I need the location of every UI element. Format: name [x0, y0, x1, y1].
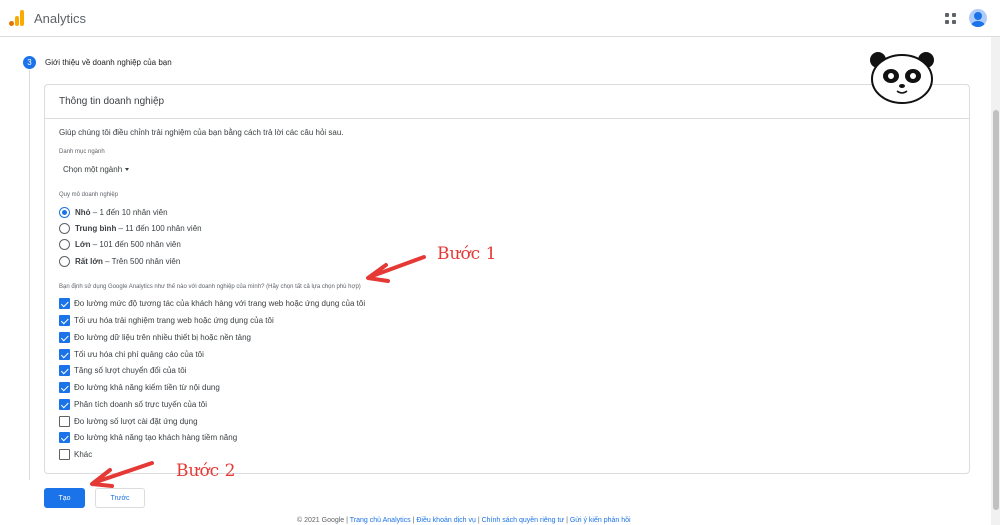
usage-option-label: Tăng số lượt chuyển đổi của tôi	[74, 366, 187, 375]
app-title: Analytics	[34, 11, 87, 26]
usage-option-label: Đo lường khả năng kiếm tiền từ nội dung	[74, 383, 220, 392]
card-title: Thông tin doanh nghiệp	[59, 96, 165, 107]
usage-option-label: Phân tích doanh số trực tuyến của tôi	[74, 400, 207, 409]
size-option-name: Lớn	[75, 240, 91, 249]
usage-option-label: Đo lường dữ liệu trên nhiều thiết bị hoặ…	[74, 333, 251, 342]
previous-button[interactable]: Trước	[95, 488, 145, 508]
usage-option-label: Tối ưu hóa trải nghiệm trang web hoặc ứn…	[74, 316, 274, 325]
industry-select-value: Chọn một ngành	[63, 165, 123, 174]
dropdown-caret-icon	[125, 168, 130, 172]
footer-link-feedback[interactable]: Gửi ý kiến phản hồi	[570, 517, 631, 524]
radio-button[interactable]	[59, 256, 70, 267]
size-option-desc: – 11 đến 100 nhân viên	[116, 224, 202, 233]
scrollbar-thumb[interactable]	[993, 110, 999, 510]
checkbox-checked[interactable]	[59, 349, 70, 360]
red-arrow-icon	[366, 255, 426, 283]
footer-link-terms[interactable]: Điều khoản dịch vụ	[416, 517, 476, 524]
apps-grid-icon[interactable]	[945, 13, 957, 25]
size-option-desc: – 101 đến 500 nhân viên	[90, 240, 181, 249]
annotation-step-2: Bước 2	[176, 461, 236, 481]
checkbox-unchecked[interactable]	[59, 449, 70, 460]
page-footer: © 2021 Google | Trang chủ Analytics | Đi…	[297, 517, 631, 524]
size-option-name: Trung bình	[75, 224, 117, 233]
radio-button[interactable]	[59, 223, 70, 234]
checkbox-checked[interactable]	[59, 315, 70, 326]
checkbox-checked[interactable]	[59, 382, 70, 393]
usage-option-label: Đo lường khả năng tạo khách hàng tiềm nă…	[74, 433, 238, 442]
step-connector-line	[29, 70, 30, 480]
card-header: Thông tin doanh nghiệp	[45, 85, 969, 119]
size-option-name: Nhỏ	[75, 208, 91, 217]
footer-link-privacy[interactable]: Chính sách quyền riêng tư	[482, 517, 565, 524]
annotation-step-1: Bước 1	[437, 244, 497, 264]
intro-text: Giúp chúng tôi điều chỉnh trải nghiệm củ…	[59, 128, 344, 137]
size-option-desc: – Trên 500 nhân viên	[102, 257, 181, 266]
checkbox-checked[interactable]	[59, 298, 70, 309]
business-size-label: Quy mô doanh nghiệp	[59, 192, 119, 198]
red-arrow-icon	[90, 461, 154, 488]
industry-select[interactable]: Chọn một ngành	[63, 165, 130, 174]
business-info-card: Thông tin doanh nghiệp Giúp chúng tôi đi…	[44, 84, 970, 474]
analytics-logo-icon[interactable]	[9, 10, 25, 26]
step-number-badge: 3	[23, 56, 36, 69]
usage-question-label: Bạn định sử dụng Google Analytics như th…	[59, 284, 361, 290]
create-button[interactable]: Tạo	[44, 488, 85, 508]
usage-option-label: Đo lường mức độ tương tác của khách hàng…	[74, 299, 366, 308]
checkbox-unchecked[interactable]	[59, 416, 70, 427]
size-option-name: Rất lớn	[75, 257, 103, 266]
checkbox-checked[interactable]	[59, 399, 70, 410]
footer-copyright: © 2021 Google	[297, 517, 345, 524]
radio-button-selected[interactable]	[59, 207, 70, 218]
account-avatar-icon[interactable]	[969, 9, 987, 27]
usage-option-label: Tối ưu hóa chi phí quảng cáo của tôi	[74, 350, 204, 359]
panda-logo-icon	[870, 52, 934, 104]
checkbox-checked[interactable]	[59, 332, 70, 343]
radio-button[interactable]	[59, 239, 70, 250]
checkbox-checked[interactable]	[59, 365, 70, 376]
industry-label: Danh mục ngành	[59, 149, 105, 155]
step-title: Giới thiệu về doanh nghiệp của bạn	[45, 58, 172, 67]
top-app-bar: Analytics	[0, 0, 1000, 37]
usage-option-label: Đo lường số lượt cài đặt ứng dụng	[74, 417, 198, 426]
footer-link-analytics-home[interactable]: Trang chủ Analytics	[350, 517, 411, 524]
checkbox-checked[interactable]	[59, 432, 70, 443]
size-option-desc: – 1 đến 10 nhân viên	[90, 208, 168, 217]
